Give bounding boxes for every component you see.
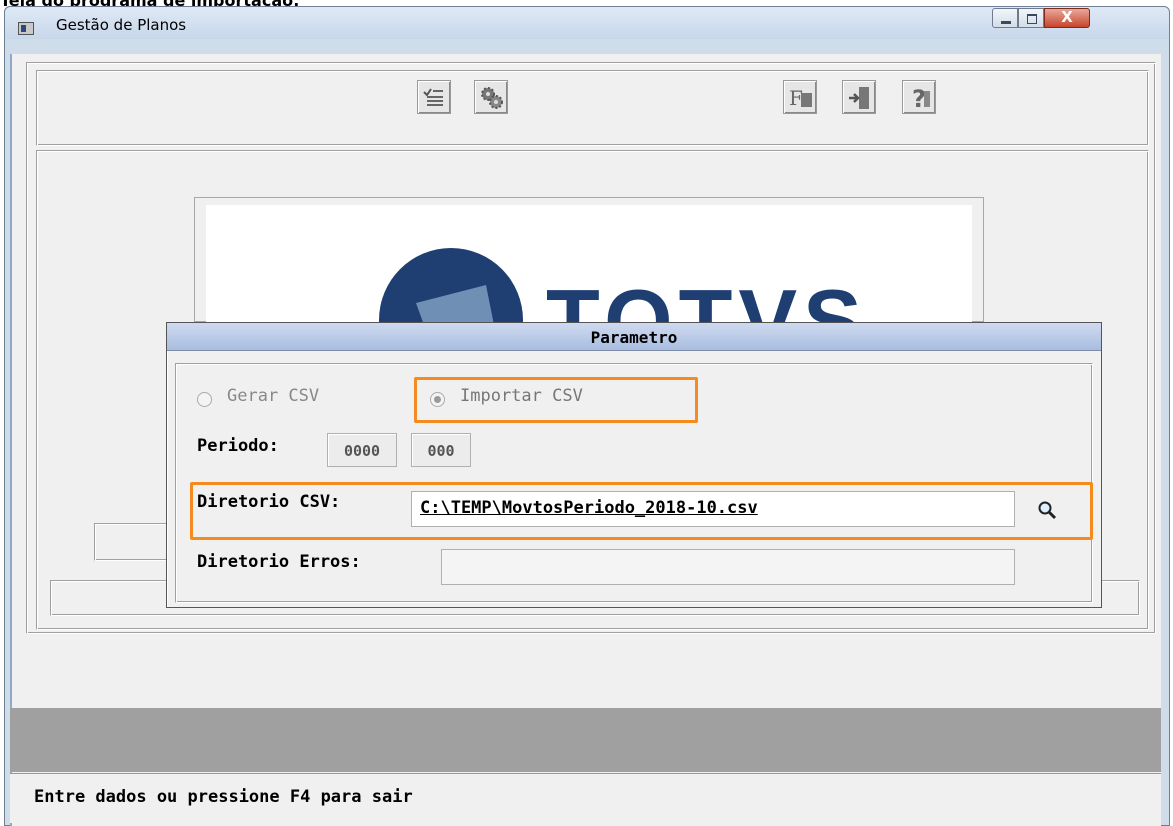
- periodo-month-field[interactable]: 000: [411, 433, 471, 467]
- dialog-titlebar: Parametro: [167, 323, 1101, 351]
- gray-panel: [10, 708, 1161, 772]
- exit-button[interactable]: [842, 80, 876, 114]
- browse-button[interactable]: [1037, 500, 1061, 524]
- periodo-year-value: 0000: [343, 442, 381, 460]
- periodo-label: Periodo:: [197, 436, 279, 456]
- function-key-button[interactable]: F: [783, 80, 817, 114]
- background-field: [94, 523, 174, 561]
- totvs-logo-text: TOTVS: [546, 271, 868, 323]
- checklist-icon: [423, 88, 443, 106]
- radio-importar-csv[interactable]: [430, 392, 445, 407]
- diretorio-erros-label: Diretorio Erros:: [197, 552, 361, 572]
- parametro-dialog: Parametro Gerar CSV Importar CSV Periodo…: [166, 322, 1102, 608]
- gears-icon: [481, 87, 503, 109]
- function-key-icon: F: [789, 86, 812, 110]
- magnifier-icon: [1038, 501, 1057, 520]
- window-title: Gestão de Planos: [56, 16, 187, 34]
- toolbar-frame: [36, 70, 1149, 146]
- diretorio-csv-value: C:\TEMP\MovtosPeriodo_2018-10.csv: [420, 498, 758, 518]
- radio-gerar-csv[interactable]: [197, 392, 212, 407]
- diretorio-csv-input[interactable]: C:\TEMP\MovtosPeriodo_2018-10.csv: [411, 491, 1015, 527]
- exit-door-icon: [849, 87, 869, 109]
- app-icon: [18, 22, 34, 35]
- minimize-button[interactable]: [992, 8, 1018, 28]
- logo-panel: TOTVS: [206, 205, 972, 322]
- svg-text:?: ?: [912, 85, 926, 111]
- diretorio-erros-input[interactable]: [441, 549, 1015, 585]
- status-bar: Entre dados ou pressione F4 para sair: [10, 773, 1161, 823]
- periodo-year-field[interactable]: 0000: [327, 433, 397, 467]
- dialog-title: Parametro: [590, 328, 678, 347]
- close-button[interactable]: X: [1044, 8, 1090, 28]
- diretorio-csv-label: Diretorio CSV:: [197, 492, 341, 512]
- periodo-month-value: 000: [427, 442, 455, 460]
- maximize-button[interactable]: [1018, 8, 1044, 28]
- radio-importar-label: Importar CSV: [460, 386, 583, 406]
- gears-button[interactable]: [474, 80, 508, 114]
- close-icon: X: [1061, 8, 1073, 26]
- svg-text:F: F: [789, 86, 803, 110]
- status-message: Entre dados ou pressione F4 para sair: [34, 787, 413, 807]
- checklist-button[interactable]: [417, 80, 451, 114]
- radio-gerar-label: Gerar CSV: [227, 386, 320, 406]
- help-button[interactable]: ?: [902, 80, 936, 114]
- totvs-logo-emblem: [379, 248, 523, 322]
- help-icon: ?: [912, 85, 930, 111]
